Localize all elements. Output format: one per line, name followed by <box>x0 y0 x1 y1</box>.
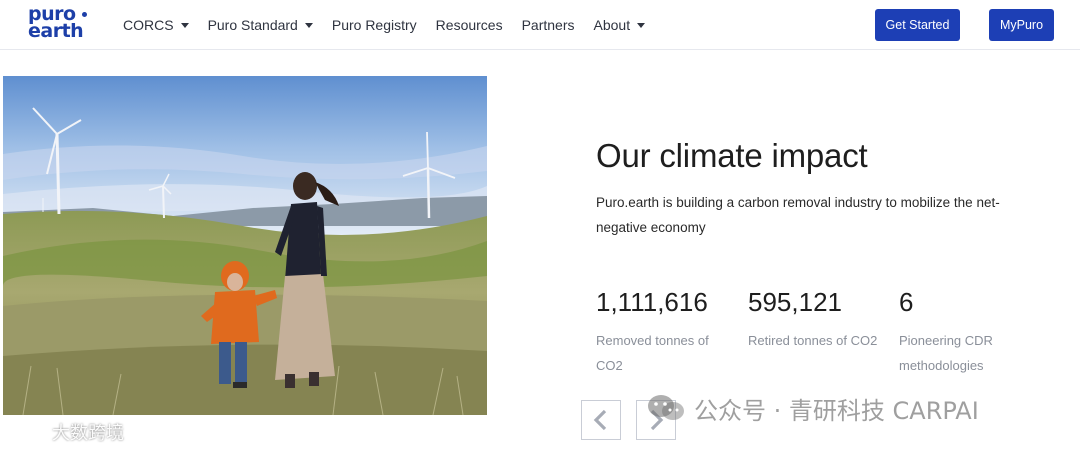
logo-dot-icon <box>81 12 87 17</box>
logo-line-2: earth <box>28 20 84 42</box>
watermark-left: 大数跨境 <box>8 419 124 445</box>
nav-item-puro-standard[interactable]: Puro Standard <box>208 17 313 33</box>
mypuro-button[interactable]: MyPuro <box>989 9 1054 41</box>
nav-label: CORCS <box>123 17 174 33</box>
nav-item-corcs[interactable]: CORCS <box>123 17 189 33</box>
stat-value: 6 <box>899 287 914 317</box>
nav-item-partners[interactable]: Partners <box>522 17 575 33</box>
nav-item-about[interactable]: About <box>594 17 646 33</box>
stat-value: 595,121 <box>748 287 842 317</box>
nav-label: About <box>593 17 631 33</box>
nav-label: Resources <box>435 17 503 33</box>
page: puro earth CORCS Puro Standard Puro Regi… <box>0 0 1080 451</box>
stat-retired: 595,121 Retired tonnes of CO2 <box>748 284 888 353</box>
nav-label: Puro Registry <box>331 17 417 33</box>
nav-item-puro-registry[interactable]: Puro Registry <box>332 17 417 33</box>
get-started-button[interactable]: Get Started <box>875 9 960 41</box>
chevron-left-icon <box>593 409 607 431</box>
watermark-right: 公众号 · 青研科技 CARPAI <box>646 391 979 425</box>
stat-removed: 1,111,616 Removed tonnes of CO2 <box>596 284 736 378</box>
impact-description: Puro.earth is building a carbon removal … <box>596 195 1000 235</box>
watermark-right-text: 公众号 · 青研科技 CARPAI <box>694 396 979 425</box>
chevron-down-icon <box>304 23 313 28</box>
nav-label: Puro Standard <box>207 17 298 33</box>
impact-title: Our climate impact <box>596 137 868 174</box>
nav-item-resources[interactable]: Resources <box>436 17 503 33</box>
site-header: puro earth CORCS Puro Standard Puro Regi… <box>0 0 1080 50</box>
chevron-down-icon <box>180 23 189 28</box>
stat-methodologies: 6 Pioneering CDR methodologies <box>899 284 1039 378</box>
stat-label: Pioneering CDR methodologies <box>899 333 993 373</box>
carousel-prev-button[interactable] <box>581 400 621 440</box>
stat-value: 1,111,616 <box>596 287 708 317</box>
wind-farm-field-image <box>3 76 487 415</box>
puro-earth-logo[interactable]: puro earth <box>28 5 100 44</box>
stat-label: Retired tonnes of CO2 <box>748 333 878 348</box>
main-nav: CORCS Puro Standard Puro Registry Resour… <box>123 0 664 50</box>
hero-photo <box>3 76 487 415</box>
chevron-down-icon <box>637 23 646 28</box>
watermark-logo-icon <box>10 423 42 441</box>
stat-label: Removed tonnes of CO2 <box>596 333 709 373</box>
nav-label: Partners <box>521 17 575 33</box>
wechat-icon <box>648 395 684 420</box>
watermark-left-text: 大数跨境 <box>52 423 124 444</box>
